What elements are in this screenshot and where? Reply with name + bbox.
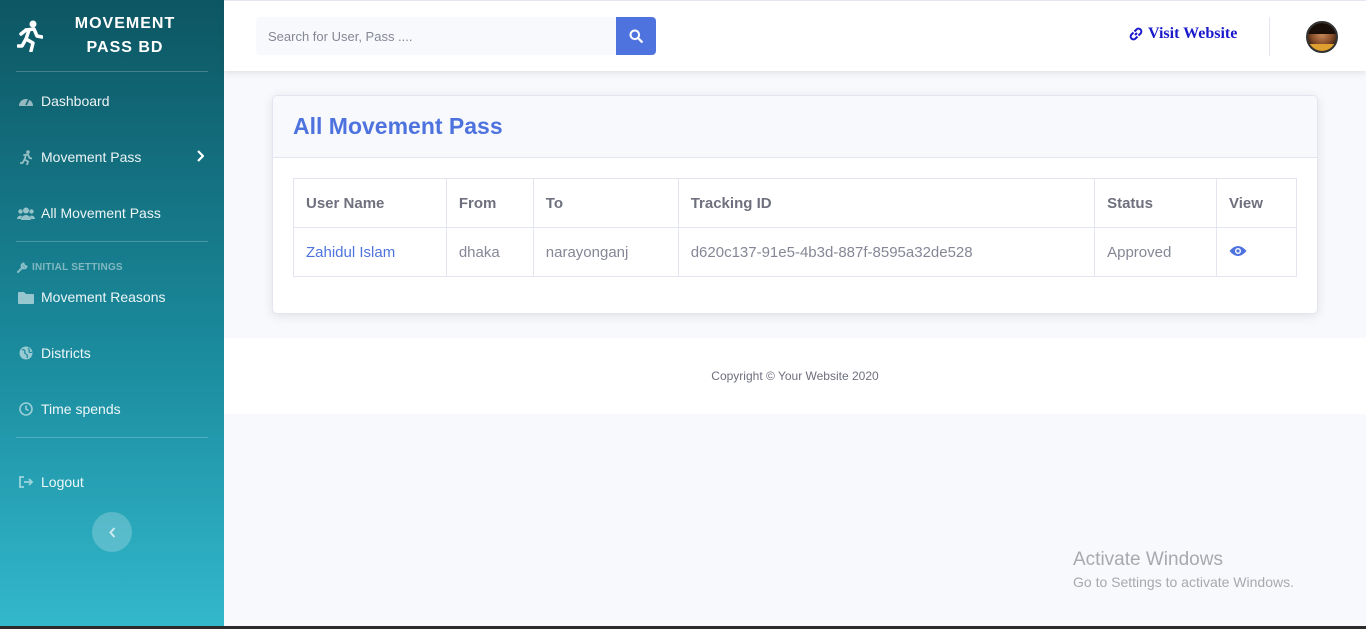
sidebar-item-label: Movement Reasons <box>41 289 166 305</box>
sidebar-item-districts[interactable]: Districts <box>0 325 224 381</box>
page-title: All Movement Pass <box>293 113 503 139</box>
cell-tracking-id: d620c137-91e5-4b3d-887f-8595a32de528 <box>677 227 1096 277</box>
sidebar-brand[interactable]: Movement Pass BD <box>0 0 224 71</box>
avatar[interactable] <box>1306 21 1338 53</box>
copyright-text: Copyright © Your Website 2020 <box>711 369 879 383</box>
table-header-row: User Name From To Tracking ID Status Vie… <box>293 178 1297 228</box>
running-icon <box>17 149 35 165</box>
sidebar-item-time-spends[interactable]: Time spends <box>0 381 224 437</box>
card-header: All Movement Pass <box>273 96 1317 158</box>
running-icon <box>16 19 44 53</box>
user-name-link[interactable]: Zahidul Islam <box>306 244 395 261</box>
activate-windows-watermark: Activate Windows Go to Settings to activ… <box>1073 549 1294 593</box>
cell-status: Approved <box>1094 227 1218 277</box>
cell-to: narayonganj <box>532 227 679 277</box>
tachometer-icon <box>17 93 35 109</box>
sidebar-item-label: Dashboard <box>41 93 110 109</box>
table-row: Zahidul Islam dhaka narayonganj d620c137… <box>293 227 1297 277</box>
clock-icon <box>17 401 35 417</box>
sidebar-item-label: Districts <box>41 345 91 361</box>
visit-website-label: Visit Website <box>1148 25 1238 42</box>
movement-pass-table: User Name From To Tracking ID Status Vie… <box>293 178 1297 277</box>
sidebar-item-label: Time spends <box>41 401 121 417</box>
column-header: User Name <box>293 178 447 228</box>
sidebar-item-all-movement-pass[interactable]: All Movement Pass <box>0 185 224 241</box>
column-header: To <box>532 178 679 228</box>
watermark-subtitle: Go to Settings to activate Windows. <box>1073 574 1294 590</box>
sidebar-item-label: Movement Pass <box>41 149 142 165</box>
topbar: Visit Website <box>224 0 1366 71</box>
sidebar-divider <box>16 71 208 72</box>
users-icon <box>17 205 35 221</box>
sidebar-item-movement-pass[interactable]: Movement Pass <box>0 129 224 185</box>
column-header: Tracking ID <box>677 178 1096 228</box>
folder-icon <box>17 289 35 305</box>
sidebar-item-label: All Movement Pass <box>41 205 161 221</box>
cell-from: dhaka <box>445 227 534 277</box>
visit-website-link[interactable]: Visit Website <box>1128 25 1237 43</box>
chevron-left-icon <box>108 526 116 538</box>
sidebar-item-label: Logout <box>41 474 84 490</box>
column-header: From <box>445 178 534 228</box>
sidebar-divider <box>16 437 208 438</box>
column-header: View <box>1216 178 1297 228</box>
topbar-divider <box>1269 17 1270 56</box>
search-button[interactable] <box>616 17 656 55</box>
search-icon <box>629 29 643 43</box>
sidebar: Movement Pass BD Dashboard Movement Pass… <box>0 0 224 629</box>
chevron-right-icon <box>196 149 205 165</box>
sign-out-icon <box>17 474 35 490</box>
footer: Copyright © Your Website 2020 <box>224 338 1366 414</box>
sidebar-item-movement-reasons[interactable]: Movement Reasons <box>0 269 224 325</box>
sidebar-toggle-button[interactable] <box>92 512 132 552</box>
sidebar-item-logout[interactable]: Logout <box>0 454 224 510</box>
cell-user-name: Zahidul Islam <box>293 227 447 277</box>
search-input[interactable] <box>256 17 616 55</box>
eye-icon[interactable] <box>1229 245 1247 257</box>
cell-view <box>1216 227 1297 277</box>
globe-icon <box>17 345 35 361</box>
sidebar-item-dashboard[interactable]: Dashboard <box>0 73 224 129</box>
link-icon <box>1128 26 1144 42</box>
watermark-title: Activate Windows <box>1073 549 1223 570</box>
search-bar <box>256 17 656 55</box>
column-header: Status <box>1094 178 1218 228</box>
brand-name: Movement Pass BD <box>74 14 176 56</box>
movement-pass-card: All Movement Pass User Name From To Trac… <box>272 95 1318 314</box>
